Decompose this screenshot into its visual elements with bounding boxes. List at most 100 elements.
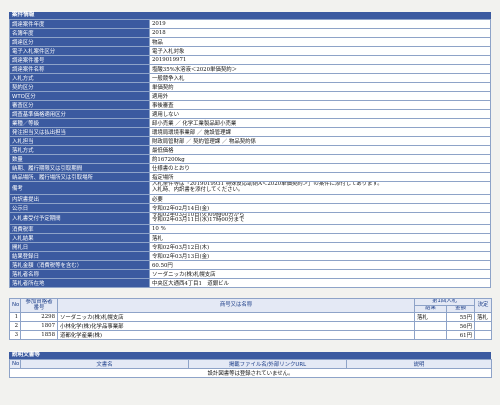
info-value: 適用しない: [149, 109, 491, 119]
info-label: 落札者所在地: [9, 278, 150, 289]
doc-col-file: 掲載ファイル名/外部リンクURL: [188, 359, 347, 370]
info-row: 名簿年度 2018: [9, 28, 491, 38]
info-value: 必要: [149, 193, 491, 204]
bid-registration-number: 1807: [20, 321, 58, 332]
info-label: 調査基準価格適用区分: [9, 109, 150, 119]
info-row: 入札書受付予定期間 令和02年03月10日(火)09時00分から 令和02年03月1…: [9, 211, 491, 226]
col-company-name: 商号又は名称: [57, 298, 415, 314]
info-label: 数量: [9, 154, 150, 164]
info-label: 発注担当又は払出担当: [9, 127, 150, 137]
bid-result: [414, 330, 447, 341]
info-row: 落札方式 最低価格: [9, 145, 491, 155]
info-row: 調達案件年度 2019: [9, 19, 491, 29]
info-row: 調達案件番号 2019019971: [9, 55, 491, 65]
info-value: 単価契約: [149, 82, 491, 92]
info-value: 財政局管財部 ／ 契約管理課 ／ 物品契約係: [149, 136, 491, 146]
documents-table: No 文書名 掲載ファイル名/外部リンクURL 説明 設計図書等は登録されていま…: [9, 359, 492, 379]
info-row: 発注担当又は払出担当 環境局環境事業部 ／ 施設管理課: [9, 127, 491, 137]
info-value: 入札条件等は「2019019931 特殊反応助剤A＜2020単価契約＞」の案件に…: [149, 181, 491, 195]
info-row: 備考 入札条件等は「2019019931 特殊反応助剤A＜2020単価契約＞」の案…: [9, 181, 491, 195]
info-label: 内訳書提出: [9, 193, 150, 204]
info-value: 最低価格: [149, 145, 491, 155]
info-label: 審査区分: [9, 100, 150, 110]
info-label: 落札方式: [9, 145, 150, 155]
bid-company-name: ソーダニッカ(株)札幌支店: [57, 312, 415, 323]
info-row: 契約区分 単価契約: [9, 82, 491, 92]
col-registration-number: 参加資格者番号: [20, 298, 58, 314]
col-first-round: 第1回入札: [414, 298, 475, 307]
info-label: 備考: [9, 181, 150, 195]
info-label: 納期、履行期限又は引取期間: [9, 163, 150, 173]
info-label: 調達案件名称: [9, 64, 150, 74]
info-row: 落札金額（消費税等を含む） 60.50円: [9, 260, 491, 271]
info-value: 令和02年03月12日(木): [149, 242, 491, 253]
info-label: 公示日: [9, 202, 150, 213]
info-row: WTO区分 適用外: [9, 91, 491, 101]
info-value: 令和02年03月10日(火)09時00分から 令和02年03月11日(水)17時0…: [149, 211, 491, 226]
bid-no: 3: [9, 330, 21, 341]
documents-empty-message: 設計図書等は登録されていません。: [9, 368, 492, 379]
bid-row: 3 1858 道都化学産業(株) 61円: [9, 330, 492, 341]
bid-registration-number: 1858: [20, 330, 58, 341]
info-value: 物品: [149, 37, 491, 47]
info-value: 中央区大通西4丁目1 道銀ビル: [149, 278, 491, 289]
info-label: 調達区分: [9, 37, 150, 47]
doc-col-description: 説明: [346, 359, 492, 370]
bid-results-table: No 参加資格者番号 商号又は名称 第1回入札 決定 結果 金額 1 2298 ソー…: [9, 298, 492, 341]
bid-company-name: 道都化学産業(株): [57, 330, 415, 341]
info-row: 調査基準価格適用区分 適用しない: [9, 109, 491, 119]
info-row: 納品場所、履行場所又は引取場所 指定場所: [9, 172, 491, 182]
info-label: 電子入札案件区分: [9, 46, 150, 56]
info-row: 結果登録日 令和02年03月13日(金): [9, 251, 491, 262]
info-value: 適用外: [149, 91, 491, 101]
info-row: 入札担当 財政局管財部 ／ 契約管理課 ／ 物品契約係: [9, 136, 491, 146]
doc-col-name: 文書名: [20, 359, 189, 370]
col-no: No: [9, 298, 21, 314]
info-row: 業種／等級 卸小売業 ／ 化学工業製品卸小売業: [9, 118, 491, 128]
info-value-line: 入札時、内訳書を添付してください。: [152, 186, 244, 193]
info-row: 公示日 令和02年02月14日(金): [9, 202, 491, 213]
doc-col-no: No: [9, 359, 21, 370]
info-value: 60.50円: [149, 260, 491, 271]
col-decision: 決定: [474, 298, 492, 314]
info-value: 仕様書のとおり: [149, 163, 491, 173]
info-value: 環境局環境事業部 ／ 施設管理課: [149, 127, 491, 137]
info-value: 事後審査: [149, 100, 491, 110]
bid-amount: 61円: [446, 330, 475, 341]
info-value: 塩酸35%水溶液＜2020単価契約＞: [149, 64, 491, 74]
info-label: 入札担当: [9, 136, 150, 146]
case-info-table: 調達案件年度 2019 名簿年度 2018 調達区分 物品 電子入札案件区分 電子入札対象 調達…: [9, 19, 491, 289]
bid-amount: 55円: [446, 312, 475, 323]
info-row: 調達区分 物品: [9, 37, 491, 47]
info-label: 入札書受付予定期間: [9, 211, 150, 226]
col-result: 結果: [414, 305, 447, 314]
info-value: 令和02年02月14日(金): [149, 202, 491, 213]
bid-company-name: 小林化学(株)化学品事業部: [57, 321, 415, 332]
info-row: 入札方式 一般競争入札: [9, 73, 491, 83]
documents-header: 説明文書等: [9, 352, 491, 360]
info-row: 数量 約167200kg: [9, 154, 491, 164]
case-info-header: 案件情報: [9, 12, 491, 19]
info-label: 落札者名称: [9, 269, 150, 280]
page: 案件情報 調達案件年度 2019 名簿年度 2018 調達区分 物品 電子入札案件区分 電子入…: [9, 12, 492, 379]
info-label: 開札日: [9, 242, 150, 253]
info-row: 納期、履行期限又は引取期間 仕様書のとおり: [9, 163, 491, 173]
info-label: 入札結果: [9, 233, 150, 244]
info-label: 業種／等級: [9, 118, 150, 128]
info-value: 電子入札対象: [149, 46, 491, 56]
info-row: 審査区分 事後審査: [9, 100, 491, 110]
info-value: 一般競争入札: [149, 73, 491, 83]
bid-no: 2: [9, 321, 21, 332]
bid-decision: [474, 321, 492, 332]
info-label: 調達案件番号: [9, 55, 150, 65]
info-row: 電子入札案件区分 電子入札対象: [9, 46, 491, 56]
col-amount: 金額: [446, 305, 475, 314]
info-row: 調達案件名称 塩酸35%水溶液＜2020単価契約＞: [9, 64, 491, 74]
info-row: 開札日 令和02年03月12日(木): [9, 242, 491, 253]
info-label: 結果登録日: [9, 251, 150, 262]
bid-no: 1: [9, 312, 21, 323]
info-value: 令和02年03月13日(金): [149, 251, 491, 262]
info-row: 落札者名称 ソーダニッカ(株)札幌支店: [9, 269, 491, 280]
info-value: ソーダニッカ(株)札幌支店: [149, 269, 491, 280]
info-row: 消費税率 10 %: [9, 224, 491, 235]
